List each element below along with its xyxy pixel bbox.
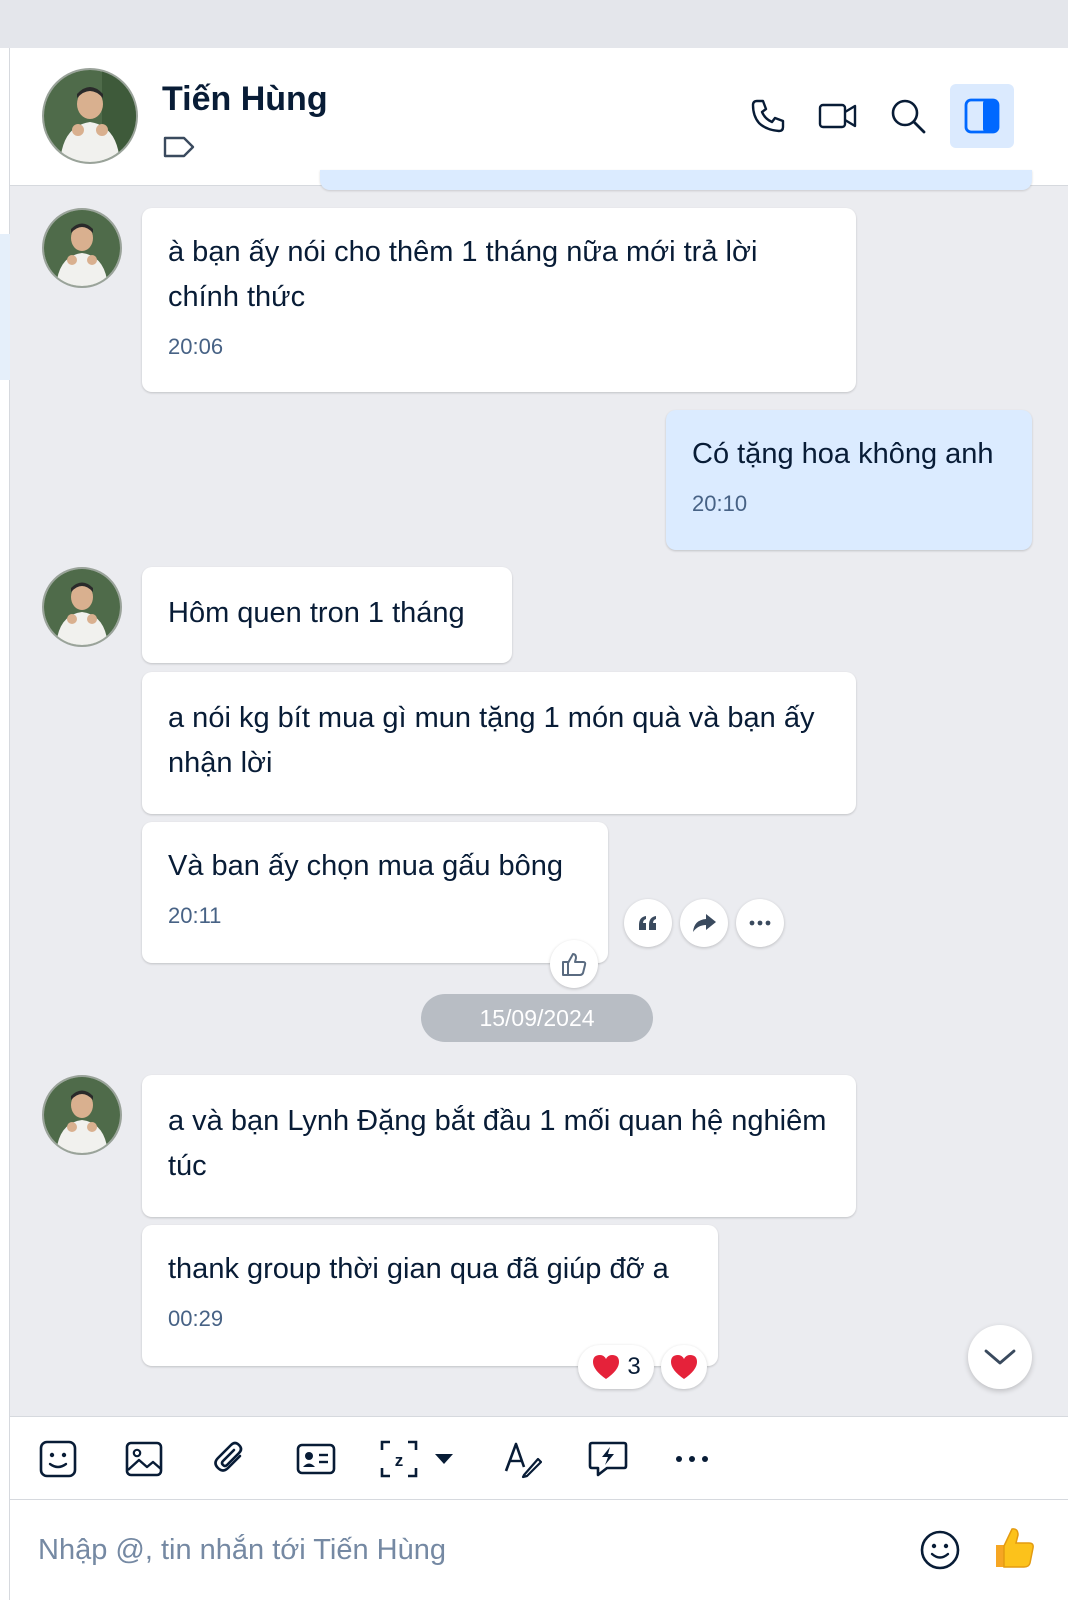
emoji-button[interactable]: [916, 1526, 964, 1574]
search-icon: [891, 99, 926, 134]
composer-toolbar: z: [10, 1416, 1068, 1500]
emoji-icon: [920, 1530, 960, 1570]
message-bubble[interactable]: Và ban ấy chọn mua gấu bông 20:11: [142, 822, 608, 963]
my-message-bubble[interactable]: Có tặng hoa không anh 20:10: [666, 410, 1032, 550]
contact-avatar[interactable]: [42, 1075, 122, 1155]
previous-message-bubble: [320, 170, 1032, 190]
message-text: a và bạn Lynh Đặng bắt đầu 1 mối quan hệ…: [168, 1105, 827, 1182]
message-bubble[interactable]: a nói kg bít mua gì mun tặng 1 món quà v…: [142, 672, 856, 814]
reaction-count: 3: [627, 1353, 641, 1380]
sticker-button[interactable]: [34, 1435, 82, 1483]
more-actions-button[interactable]: [736, 899, 784, 947]
text-format-icon: [504, 1442, 542, 1479]
screenshot-icon: z: [380, 1440, 418, 1478]
message-time: 00:29: [168, 1306, 224, 1331]
text-format-button[interactable]: [498, 1435, 546, 1483]
tag-icon[interactable]: [162, 132, 196, 162]
attachment-icon: [214, 1441, 243, 1472]
reaction-summary[interactable]: 3: [578, 1345, 654, 1389]
send-image-button[interactable]: [120, 1435, 168, 1483]
quick-message-icon: [588, 1441, 628, 1477]
forward-button[interactable]: [680, 899, 728, 947]
contact-name[interactable]: Tiến Hùng: [162, 80, 328, 119]
chat-header: Tiến Hùng: [10, 48, 1068, 186]
contact-avatar[interactable]: [42, 567, 122, 647]
send-contact-card-button[interactable]: [292, 1435, 340, 1483]
message-composer: [10, 1500, 1068, 1600]
add-heart-reaction-button[interactable]: [661, 1345, 707, 1389]
quick-message-button[interactable]: [584, 1435, 632, 1483]
voice-call-button[interactable]: [736, 84, 800, 148]
chevron-down-icon: [984, 1349, 1016, 1365]
message-text: thank group thời gian qua đã giúp đỡ a: [168, 1253, 669, 1285]
message-bubble[interactable]: a và bạn Lynh Đặng bắt đầu 1 mối quan hệ…: [142, 1075, 856, 1217]
screenshot-button[interactable]: z: [378, 1435, 468, 1483]
message-text: Và ban ấy chọn mua gấu bông: [168, 850, 564, 882]
message-input[interactable]: [38, 1526, 858, 1574]
left-panel-edge: [0, 48, 10, 1600]
heart-icon: [671, 1355, 697, 1379]
contact-avatar[interactable]: [42, 68, 138, 164]
contact-avatar[interactable]: [42, 208, 122, 288]
quote-button[interactable]: [624, 899, 672, 947]
message-time: 20:10: [692, 491, 748, 516]
svg-text:z: z: [395, 1451, 404, 1470]
send-like-button[interactable]: [988, 1522, 1040, 1574]
message-text: Hôm quen tron 1 tháng: [168, 597, 465, 629]
contact-card-icon: [296, 1443, 336, 1475]
image-icon: [125, 1441, 163, 1477]
message-text: Có tặng hoa không anh: [692, 438, 994, 470]
video-call-button[interactable]: [806, 84, 870, 148]
video-call-icon: [818, 103, 857, 129]
thumbs-up-emoji-icon: [996, 1528, 1034, 1568]
more-icon: [676, 1456, 708, 1462]
more-tools-button[interactable]: [668, 1435, 716, 1483]
search-button[interactable]: [876, 84, 940, 148]
react-button[interactable]: [550, 940, 598, 988]
forward-icon: [693, 914, 716, 932]
sticker-icon: [39, 1440, 77, 1478]
heart-icon: [593, 1355, 620, 1379]
message-bubble[interactable]: Hôm quen tron 1 tháng: [142, 567, 512, 663]
message-time: 20:06: [168, 334, 224, 359]
toggle-sidebar-button[interactable]: [950, 84, 1014, 148]
date-separator: 15/09/2024: [421, 994, 653, 1042]
more-icon: [749, 920, 771, 926]
thumbs-up-icon: [562, 953, 587, 976]
quote-icon: [639, 916, 656, 930]
phone-icon: [751, 99, 785, 133]
toggle-sidebar-icon: [964, 98, 1000, 134]
attach-file-button[interactable]: [206, 1435, 254, 1483]
scroll-to-bottom-button[interactable]: [968, 1325, 1032, 1389]
message-text: à bạn ấy nói cho thêm 1 tháng nữa mới tr…: [168, 236, 758, 313]
caret-down-icon: [435, 1454, 453, 1464]
message-bubble[interactable]: à bạn ấy nói cho thêm 1 tháng nữa mới tr…: [142, 208, 856, 392]
message-time: 20:11: [168, 903, 222, 928]
message-text: a nói kg bít mua gì mun tặng 1 món quà v…: [168, 702, 815, 779]
